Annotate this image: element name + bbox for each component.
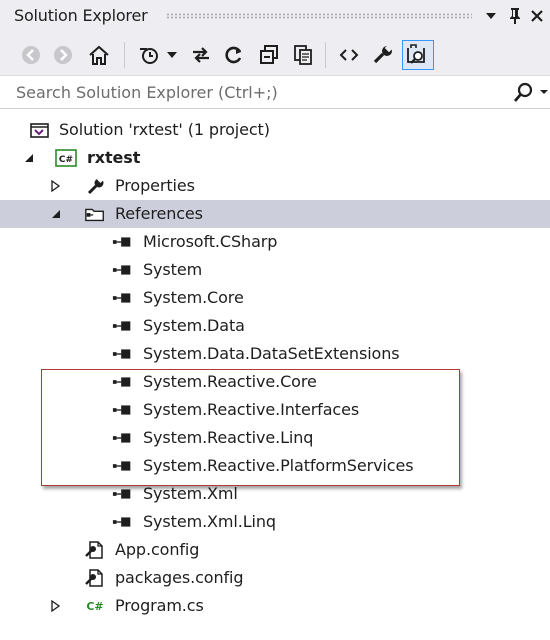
show-all-files-icon[interactable]: [290, 40, 316, 70]
reference-label: System: [143, 260, 203, 279]
tree-node-project[interactable]: C# rxtest: [0, 144, 550, 172]
csharp-file-icon: C#: [84, 597, 106, 615]
collapsed-arrow-icon[interactable]: [49, 598, 63, 614]
search-input[interactable]: Search Solution Explorer (Ctrl+;): [16, 83, 278, 102]
history-icon[interactable]: [136, 40, 162, 70]
reference-label: System.Xml: [143, 484, 238, 503]
toolbar-separator: [124, 42, 125, 68]
close-icon[interactable]: [526, 4, 548, 28]
toolbar-separator: [325, 42, 326, 68]
collapsed-arrow-icon[interactable]: [49, 178, 63, 194]
pin-icon[interactable]: [504, 4, 526, 28]
properties-icon[interactable]: [370, 40, 396, 70]
title-bar: Solution Explorer: [0, 0, 550, 34]
dropdown-icon[interactable]: [164, 40, 180, 70]
reference-label: Microsoft.CSharp: [143, 232, 278, 251]
search-icon[interactable]: [512, 82, 548, 104]
reference-item[interactable]: System: [0, 256, 550, 284]
forward-icon[interactable]: [50, 40, 76, 70]
refresh-icon[interactable]: [221, 40, 247, 70]
packages-config-label: packages.config: [115, 568, 244, 587]
collapse-all-icon[interactable]: [256, 40, 282, 70]
references-folder-icon: [84, 205, 106, 223]
reference-label: System.Data: [143, 316, 245, 335]
references-label: References: [115, 204, 203, 223]
assembly-reference-icon: [112, 513, 134, 531]
tree-node-properties[interactable]: Properties: [0, 172, 550, 200]
reference-item[interactable]: System.Xml.Linq: [0, 508, 550, 536]
assembly-reference-icon: [112, 289, 134, 307]
program-cs-label: Program.cs: [115, 596, 204, 615]
project-label: rxtest: [87, 148, 141, 167]
window-menu-dropdown-icon[interactable]: [480, 4, 502, 28]
reference-label: System.Core: [143, 288, 244, 307]
reference-item[interactable]: Microsoft.CSharp: [0, 228, 550, 256]
solution-label: Solution 'rxtest' (1 project): [59, 120, 270, 139]
highlight-annotation-box: [41, 369, 460, 486]
properties-label: Properties: [115, 176, 195, 195]
home-icon[interactable]: [85, 40, 113, 70]
assembly-reference-icon: [112, 261, 134, 279]
sync-icon[interactable]: [188, 40, 214, 70]
preview-selected-icon[interactable]: [402, 40, 434, 70]
csharp-file-badge: C#: [86, 599, 104, 613]
reference-item[interactable]: System.Core: [0, 284, 550, 312]
reference-item[interactable]: System.Data: [0, 312, 550, 340]
drag-grip[interactable]: [166, 13, 472, 19]
reference-label: System.Data.DataSetExtensions: [143, 344, 400, 363]
csharp-badge-text: C#: [59, 155, 73, 165]
assembly-reference-icon: [112, 485, 134, 503]
assembly-reference-icon: [112, 233, 134, 251]
tree-node-packages-config[interactable]: packages.config: [0, 564, 550, 592]
config-file-icon: [84, 541, 106, 559]
window-title: Solution Explorer: [14, 6, 148, 25]
tree-node-app-config[interactable]: App.config: [0, 536, 550, 564]
tree-node-program-cs[interactable]: C# Program.cs: [0, 592, 550, 620]
tree-node-references[interactable]: References: [0, 200, 550, 228]
toolbar: [0, 34, 550, 76]
config-file-icon: [84, 569, 106, 587]
csharp-project-icon: C#: [55, 149, 77, 167]
assembly-reference-icon: [112, 317, 134, 335]
reference-item[interactable]: System.Data.DataSetExtensions: [0, 340, 550, 368]
reference-label: System.Xml.Linq: [143, 512, 276, 531]
expanded-arrow-icon[interactable]: [49, 206, 63, 222]
back-icon[interactable]: [18, 40, 44, 70]
search-bar[interactable]: Search Solution Explorer (Ctrl+;): [0, 77, 550, 109]
wrench-icon: [85, 177, 107, 195]
assembly-reference-icon: [112, 345, 134, 363]
solution-icon: [28, 121, 50, 139]
app-config-label: App.config: [115, 540, 200, 559]
expanded-arrow-icon[interactable]: [22, 150, 36, 166]
view-code-icon[interactable]: [336, 40, 362, 70]
tree-node-solution[interactable]: Solution 'rxtest' (1 project): [0, 116, 550, 144]
